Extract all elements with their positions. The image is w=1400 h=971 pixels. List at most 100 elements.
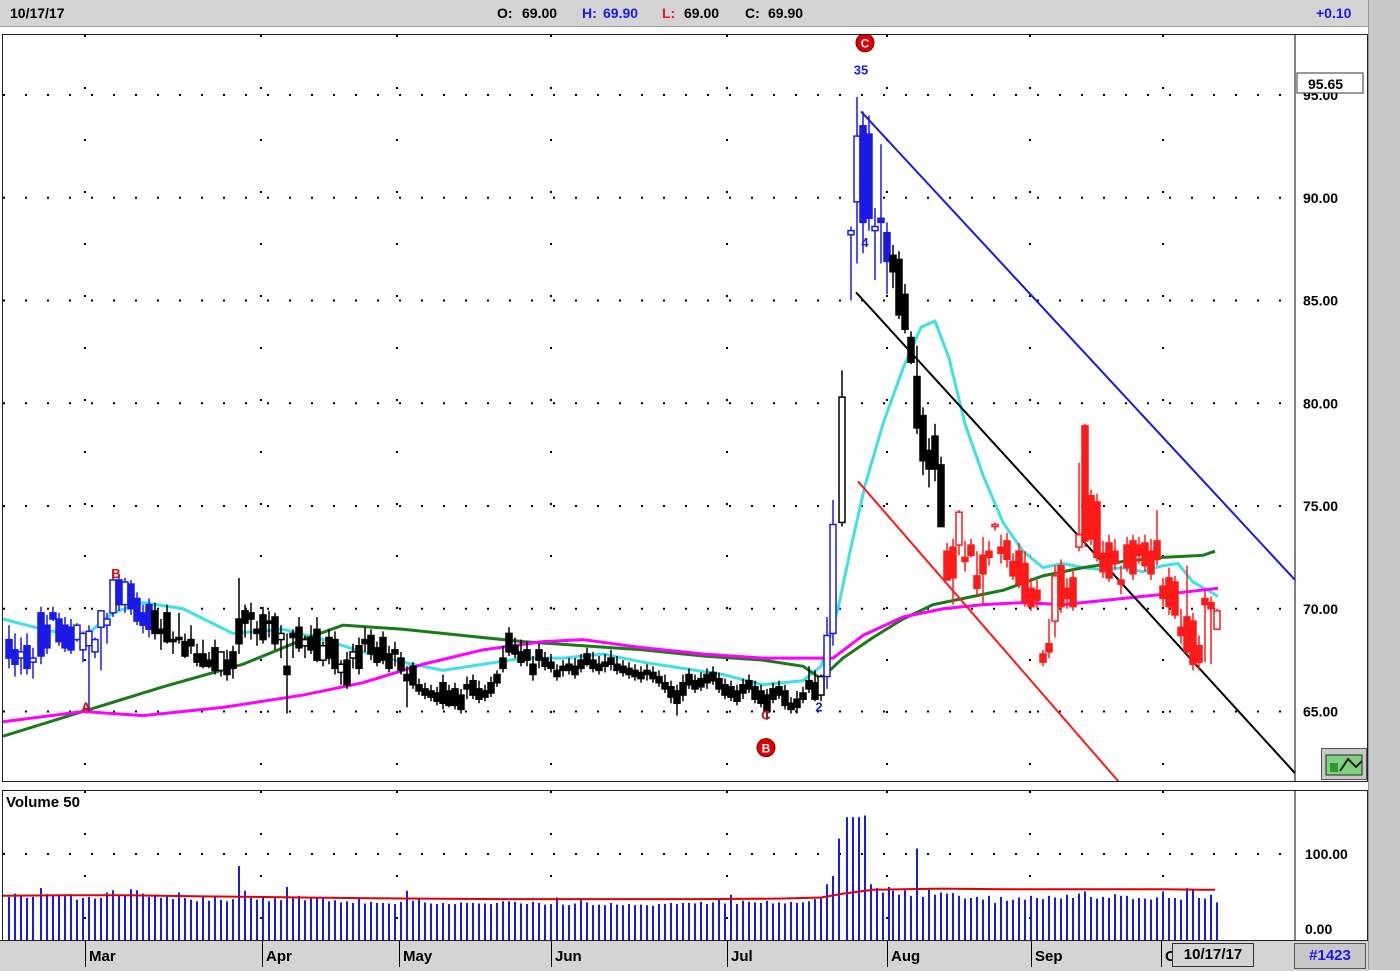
price-grid [3, 35, 1295, 781]
annotation-label: B [762, 742, 771, 756]
candle [433, 686, 441, 706]
candle-body [373, 647, 381, 663]
candle-body [601, 661, 609, 668]
candle [661, 674, 669, 694]
candle [529, 656, 537, 681]
candle [1111, 538, 1119, 570]
candle-body [367, 634, 375, 655]
month-label: May [403, 948, 433, 965]
candle-body [337, 663, 345, 674]
price-pane: 95.00 90.00 85.00 80.00 75.00 70.00 65.00 95.65… [2, 33, 1368, 805]
candle-body [1135, 544, 1143, 557]
candle-body [55, 618, 63, 643]
candle-body [937, 464, 945, 528]
candle [11, 633, 19, 677]
candle-body [157, 628, 165, 635]
candle-body [655, 675, 663, 684]
candle-body [943, 550, 951, 581]
candle-body [313, 628, 321, 661]
candle [823, 616, 831, 689]
candle [1039, 649, 1047, 667]
candle-body [289, 632, 297, 639]
candle [727, 680, 735, 702]
candle [409, 662, 417, 689]
candle [463, 676, 471, 700]
candle [1153, 510, 1161, 566]
annotation-label: C [761, 708, 771, 723]
candle-body [1207, 601, 1215, 610]
candle [1141, 534, 1149, 572]
candle [595, 656, 603, 675]
candle-body [853, 135, 861, 203]
candle [679, 674, 687, 702]
candle-body [361, 638, 369, 645]
volume-chart[interactable]: 100.00 0.00 [2, 791, 1367, 940]
month-label: Jul [731, 948, 753, 965]
candle-body [1069, 577, 1077, 608]
candle [23, 633, 31, 675]
candle [1021, 551, 1029, 607]
close-value: 69.90 [768, 5, 804, 21]
symbol-id-box[interactable]: #1423 [1294, 943, 1366, 969]
candle [187, 625, 195, 654]
candle [427, 684, 435, 702]
candle-body [439, 681, 447, 705]
chart-tool-icon [1325, 754, 1363, 776]
candle [721, 678, 729, 700]
high-value: 69.90 [603, 5, 639, 21]
candle-body [541, 657, 549, 668]
candle-body [451, 688, 459, 707]
candle-body [259, 614, 267, 641]
candle [505, 627, 513, 657]
candle [829, 499, 837, 646]
candle-body [685, 673, 693, 686]
candle-body [1147, 550, 1155, 575]
y-tick-label: 75.00 [1303, 498, 1338, 514]
candle-body [499, 657, 507, 670]
candle [733, 684, 741, 706]
candle [1171, 575, 1179, 620]
month-tick [551, 941, 552, 967]
candle-body [637, 671, 645, 680]
candle [925, 438, 933, 488]
price-chart[interactable]: 95.0090.0085.0080.0075.0070.0065.0095.65… [2, 33, 1367, 805]
candle [223, 649, 231, 681]
candle-body [1117, 579, 1125, 585]
month-tick [262, 941, 263, 967]
candle [769, 682, 777, 704]
candle [301, 635, 309, 659]
candle-body [283, 665, 291, 676]
candle-body [1183, 616, 1191, 653]
candle [1129, 534, 1137, 580]
candle-body [145, 603, 153, 631]
candle-body [571, 665, 579, 676]
candle-body [1027, 587, 1035, 608]
candle-body [985, 550, 993, 559]
candle [391, 641, 399, 667]
quote-date: 10/17/17 [10, 5, 65, 21]
candle-body [91, 638, 99, 653]
candle [67, 619, 75, 654]
candle-body [325, 636, 333, 659]
candle-body [307, 636, 315, 651]
candle-body [1111, 550, 1119, 565]
candle [961, 540, 969, 572]
candle [673, 684, 681, 716]
candle-body [751, 686, 759, 700]
candle-body [187, 638, 195, 647]
candle-body [583, 653, 591, 665]
candle [1069, 567, 1077, 611]
candle [1009, 553, 1017, 580]
open-value: 69.00 [522, 5, 558, 21]
candle [1003, 532, 1011, 568]
candle-body [103, 618, 111, 626]
chart-tool-button[interactable] [1321, 748, 1367, 780]
candle-body [235, 618, 243, 645]
candle [139, 604, 147, 634]
candle-body [1045, 642, 1053, 653]
month-label: Jun [555, 948, 582, 965]
candle [115, 575, 123, 611]
candle [361, 627, 369, 652]
candle [193, 643, 201, 667]
candle-body [379, 636, 387, 661]
